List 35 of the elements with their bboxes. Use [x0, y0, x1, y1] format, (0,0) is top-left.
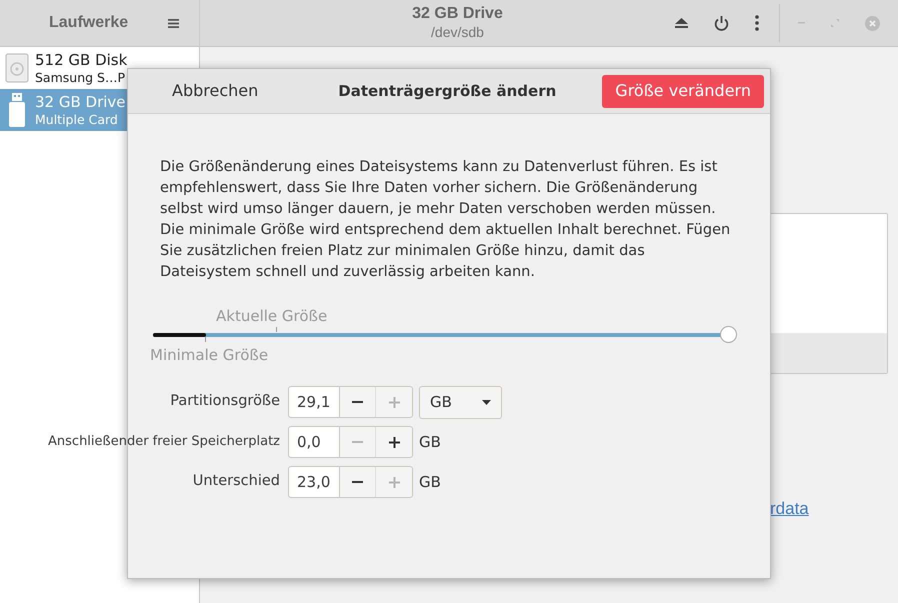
resize-button[interactable]: Größe verändern: [602, 74, 764, 108]
current-size-label: Aktuelle Größe: [216, 306, 328, 327]
number-field[interactable]: 0,0: [289, 427, 340, 457]
menu-icon[interactable]: [168, 18, 179, 28]
minus-icon: [352, 401, 363, 403]
sidebar-title: Laufwerke: [49, 13, 128, 33]
plus-icon: [388, 476, 400, 488]
field-label: Anschließender freier Speicherplatz: [47, 433, 281, 452]
power-icon[interactable]: [714, 16, 729, 30]
drive-detail: Samsung S…P: [35, 70, 126, 86]
number-field[interactable]: 29,1: [289, 387, 340, 417]
unit-label: GB: [419, 472, 441, 493]
caret-icon: [482, 400, 491, 404]
size-slider[interactable]: [153, 326, 737, 343]
warning-message: Die Größenänderung eines Dateisystems kann zu Datenverlust führen. Es ist empfehlenswert, dass Sie Ihre Daten vorher sichern. Die Größenänderung selbst wird umso länger dauern, je mehr Daten verschoben werden müssen. Die minimale Größe wird entsprechend dem aktuellen Inhalt berechnet. Fügen Sie zusätzlichen freien Platz zur minimalen Größe hinzu, damit das Dateisystem schnell und zuverlässig arbeiten kann.: [160, 158, 732, 282]
eject-icon[interactable]: [675, 18, 688, 28]
minus-icon: [352, 481, 363, 483]
drive-detail: Multiple Card: [35, 112, 119, 128]
number-field[interactable]: 23,0: [289, 467, 340, 497]
drive-name: 32 GB Drive: [35, 92, 126, 112]
plus-icon: [388, 396, 400, 408]
plus-icon: [388, 436, 400, 448]
minimum-size-label: Minimale Größe: [150, 345, 268, 366]
drive-name: 512 GB Disk: [35, 50, 128, 70]
unit-label: GB: [419, 432, 441, 453]
field-label: Unterschied: [192, 472, 281, 492]
dialog-title: Datenträgergröße ändern: [338, 80, 556, 102]
window-title: 32 GB Drive: [412, 4, 503, 24]
window-subtitle: /dev/sdb: [431, 24, 484, 42]
usb-drive-icon: [9, 93, 25, 127]
more-options-icon[interactable]: [755, 15, 759, 31]
link[interactable]: rdata: [770, 496, 888, 522]
unit-dropdown[interactable]: GB: [419, 386, 502, 418]
field-label: Partitionsgröße: [169, 392, 281, 412]
minus-icon: [352, 441, 363, 443]
